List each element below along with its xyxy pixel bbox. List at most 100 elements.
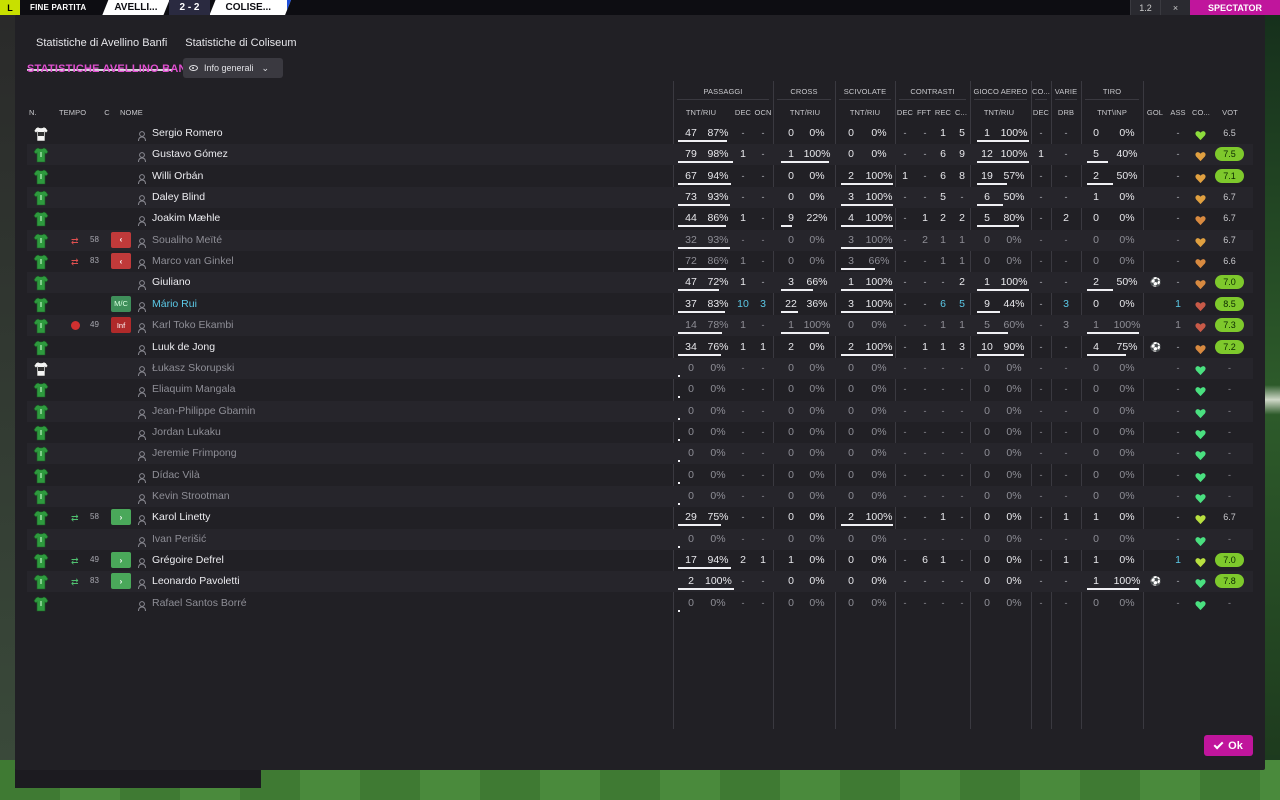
table-row[interactable]: Sergio Romero 47 87% - - 0 0% 0 0% - - 1 5 1 100% - - 0 0%… [27,123,1253,144]
player-name[interactable]: Soualiho Meïté [152,234,222,246]
table-row[interactable]: Joakim Mæhle 44 86% 1-9 22% 4 100% -1 2 2 5 80% -2 0 0… [27,208,1253,229]
assists: 1 [1175,297,1181,310]
column-header-contr-c[interactable]: C... [953,108,969,117]
player-name[interactable]: Joakim Mæhle [152,212,220,224]
condition-heart-icon [1195,256,1206,269]
condition-heart-icon [1195,534,1206,546]
player-name[interactable]: Karl Toko Ekambi [152,319,234,331]
player-name[interactable]: Karol Linetty [152,511,210,523]
sub-in-arrow[interactable]: › [111,509,131,526]
column-header-cond[interactable]: CO... [1191,108,1211,117]
table-row[interactable]: Ivan Perišić 0 0% - - 0 0% 0 0% - - - - 0 0% - - 0 0% - - [27,528,1253,550]
column-header-ass[interactable]: ASS [1168,108,1188,117]
column-header-gol[interactable]: GOL [1145,108,1165,117]
column-header-nome[interactable]: NOME [120,108,160,117]
column-header-contr-dec[interactable]: DEC [896,108,914,117]
table-row[interactable]: Jordan Lukaku 0 0% - - 0 0% 0 0% - - - - 0 0% - - 0 0% - - [27,422,1253,443]
player-name[interactable]: Grégoire Defrel [152,554,224,566]
table-row[interactable]: ⇄ 49 › Grégoire Defrel 17 94% 2 1 1 0% 0 0% -6 1-0 0% -… [27,550,1253,571]
player-name[interactable]: Jordan Lukaku [152,426,221,438]
table-row[interactable]: ⇄ 83 › Leonardo Pavoletti 2 100% - -0 0% 0 0% - - - -0… [27,571,1253,593]
table-row[interactable]: M/C Mário Rui 37 83% 10 3 22 36% 3 100% - -6 5 9 44% -3… [27,294,1253,315]
column-header-tempo[interactable]: TEMPO [59,108,87,117]
zoom-button[interactable]: 1.2 [1130,0,1160,15]
shots-attempted: 2 [1093,276,1099,289]
table-row[interactable]: Jean-Philippe Gbamin 0 0% - - 0 0% 0 0% - - - - 0 0% - -… [27,400,1253,422]
table-row[interactable]: Gustavo Gómez 79 98% 1 - 1 100% 0 0% - - 6 9 12 100% 1 -… [27,144,1253,166]
sub-in-arrow[interactable]: › [111,552,131,568]
player-name[interactable]: Kevin Strootman [152,490,230,502]
player-name[interactable]: Jean-Philippe Gbamin [152,405,255,417]
tackle-completion: 100% [865,212,893,225]
column-header-sciv-tnt[interactable]: TNT/RIU [843,108,887,117]
co-dec: 1 [1038,148,1044,161]
contrast-stat: - [941,576,945,587]
player-name[interactable]: Daley Blind [152,191,205,203]
column-header-cross-tnt[interactable]: TNT/RIU [783,108,827,117]
pass-chances: - [761,533,765,544]
co-dec: - [1039,256,1043,267]
pass-attempted: 73 [685,191,697,204]
sub-out-arrow[interactable]: ‹ [111,231,131,248]
sub-in-arrow[interactable]: › [111,573,131,590]
sub-out-arrow[interactable]: ‹ [111,253,131,270]
shots-on-target: 0% [1119,447,1135,460]
table-row[interactable]: Łukasz Skorupski 0 0% - - 0 0% 0 0% - - - - 0 0% - - 0 0% -… [27,357,1253,379]
cross-attempted: 1 [788,148,794,161]
pass-completion: 98% [707,148,729,161]
assists: - [1176,533,1180,544]
table-row[interactable]: Daley Blind 73 93% - -0 0% 3 100% - -5-6 50% - -1 0% -… [27,187,1253,209]
table-row[interactable]: Kevin Strootman 0 0% - - 0 0% 0 0% - - - - 0 0% - - 0 0% - - [27,485,1253,507]
player-head-icon [138,171,146,184]
player-name[interactable]: Willi Orbán [152,170,203,182]
condition-heart-icon [1195,576,1206,589]
player-name[interactable]: Łukasz Skorupski [152,362,234,374]
column-header-n[interactable]: N. [29,108,41,117]
close-button[interactable]: × [1160,0,1190,15]
table-row[interactable]: 49 Inf Karl Toko Ekambi 14 78% 1-1 100% 0 0% - -1 1… [27,315,1253,337]
ok-button[interactable]: Ok [1204,735,1253,756]
column-header-aereo-tnt[interactable]: TNT/RIU [977,108,1021,117]
condition-heart-icon [1195,384,1206,397]
table-row[interactable]: ⇄ 58 › Karol Linetty 29 75% - -0 0% 2 100% - -1-0 0% -… [27,507,1253,528]
player-name[interactable]: Sergio Romero [152,127,223,139]
shirt-icon [33,510,49,526]
column-header-contr-fft[interactable]: FFT [916,108,932,117]
player-name[interactable]: Luuk de Jong [152,341,215,353]
player-name[interactable]: Gustavo Gómez [152,148,228,160]
player-name[interactable]: Rafael Santos Borré [152,597,247,609]
column-header-tiro-tnt[interactable]: TNT\INP [1090,108,1134,117]
table-row[interactable]: ⇄ 83 ‹ Marco van Ginkel 72 86% 1-0 0% 3 66% - -1 1 0 0… [27,251,1253,272]
contrast-stat: 1 [940,511,946,524]
column-header-co-dec[interactable]: DEC [1031,108,1051,117]
table-row[interactable]: Willi Orbán 67 94% - - 0 0% 2 100% 1 - 6 8 19 57% - - 2 50… [27,166,1253,187]
player-name[interactable]: Mário Rui [152,298,197,310]
column-header-pass-tnt[interactable]: TNT/RIU [679,108,723,117]
table-row[interactable]: Eliaquim Mangala 0 0% - - 0 0% 0 0% - - - - 0 0% - - 0 0% -… [27,379,1253,400]
player-name[interactable]: Leonardo Pavoletti [152,575,240,587]
table-row[interactable]: Dídac Vilà 0 0% - - 0 0% 0 0% - - - - 0 0% - - 0 0% - - [27,465,1253,486]
player-name[interactable]: Eliaquim Mangala [152,383,235,395]
player-name[interactable]: Ivan Perišić [152,533,206,545]
table-row[interactable]: Rafael Santos Borré 0 0% - - 0 0% 0 0% - - - - 0 0% - - 0… [27,593,1253,614]
column-header-varie-drb[interactable]: DRB [1056,108,1076,117]
contrast-stat: 1 [940,319,946,332]
player-name[interactable]: Marco van Ginkel [152,255,234,267]
shots-on-target: 40% [1116,148,1138,161]
player-name[interactable]: Giuliano [152,276,191,288]
table-row[interactable]: ⇄ 58 ‹ Soualiho Meïté 32 93% - -0 0% 3 100% -2 1 1 0 0%… [27,229,1253,251]
shots-attempted: 0 [1093,468,1099,481]
table-row[interactable]: Giuliano 47 72% 1-3 66% 1 100% - - -2 1 100% - -2 50% ⚽… [27,272,1253,294]
player-name[interactable]: Jeremie Frimpong [152,447,237,459]
column-header-contr-rec[interactable]: REC [934,108,952,117]
table-row[interactable]: Jeremie Frimpong 0 0% - - 0 0% 0 0% - - - - 0 0% - - 0 0% -… [27,443,1253,465]
co-dec: - [1039,128,1043,138]
column-header-vot[interactable]: VOT [1215,108,1245,117]
player-head-icon [138,149,146,163]
column-header-c[interactable]: C [103,108,111,117]
column-header-pass-ocn[interactable]: OCN [753,108,773,117]
column-header-pass-dec[interactable]: DEC [734,108,752,117]
table-row[interactable]: Luuk de Jong 34 76% 1 1 2 0% 2 100% -1 1 3 10 90% - -4 7… [27,337,1253,358]
player-name[interactable]: Dídac Vilà [152,469,200,481]
spectator-button[interactable]: SPECTATOR [1190,0,1280,15]
